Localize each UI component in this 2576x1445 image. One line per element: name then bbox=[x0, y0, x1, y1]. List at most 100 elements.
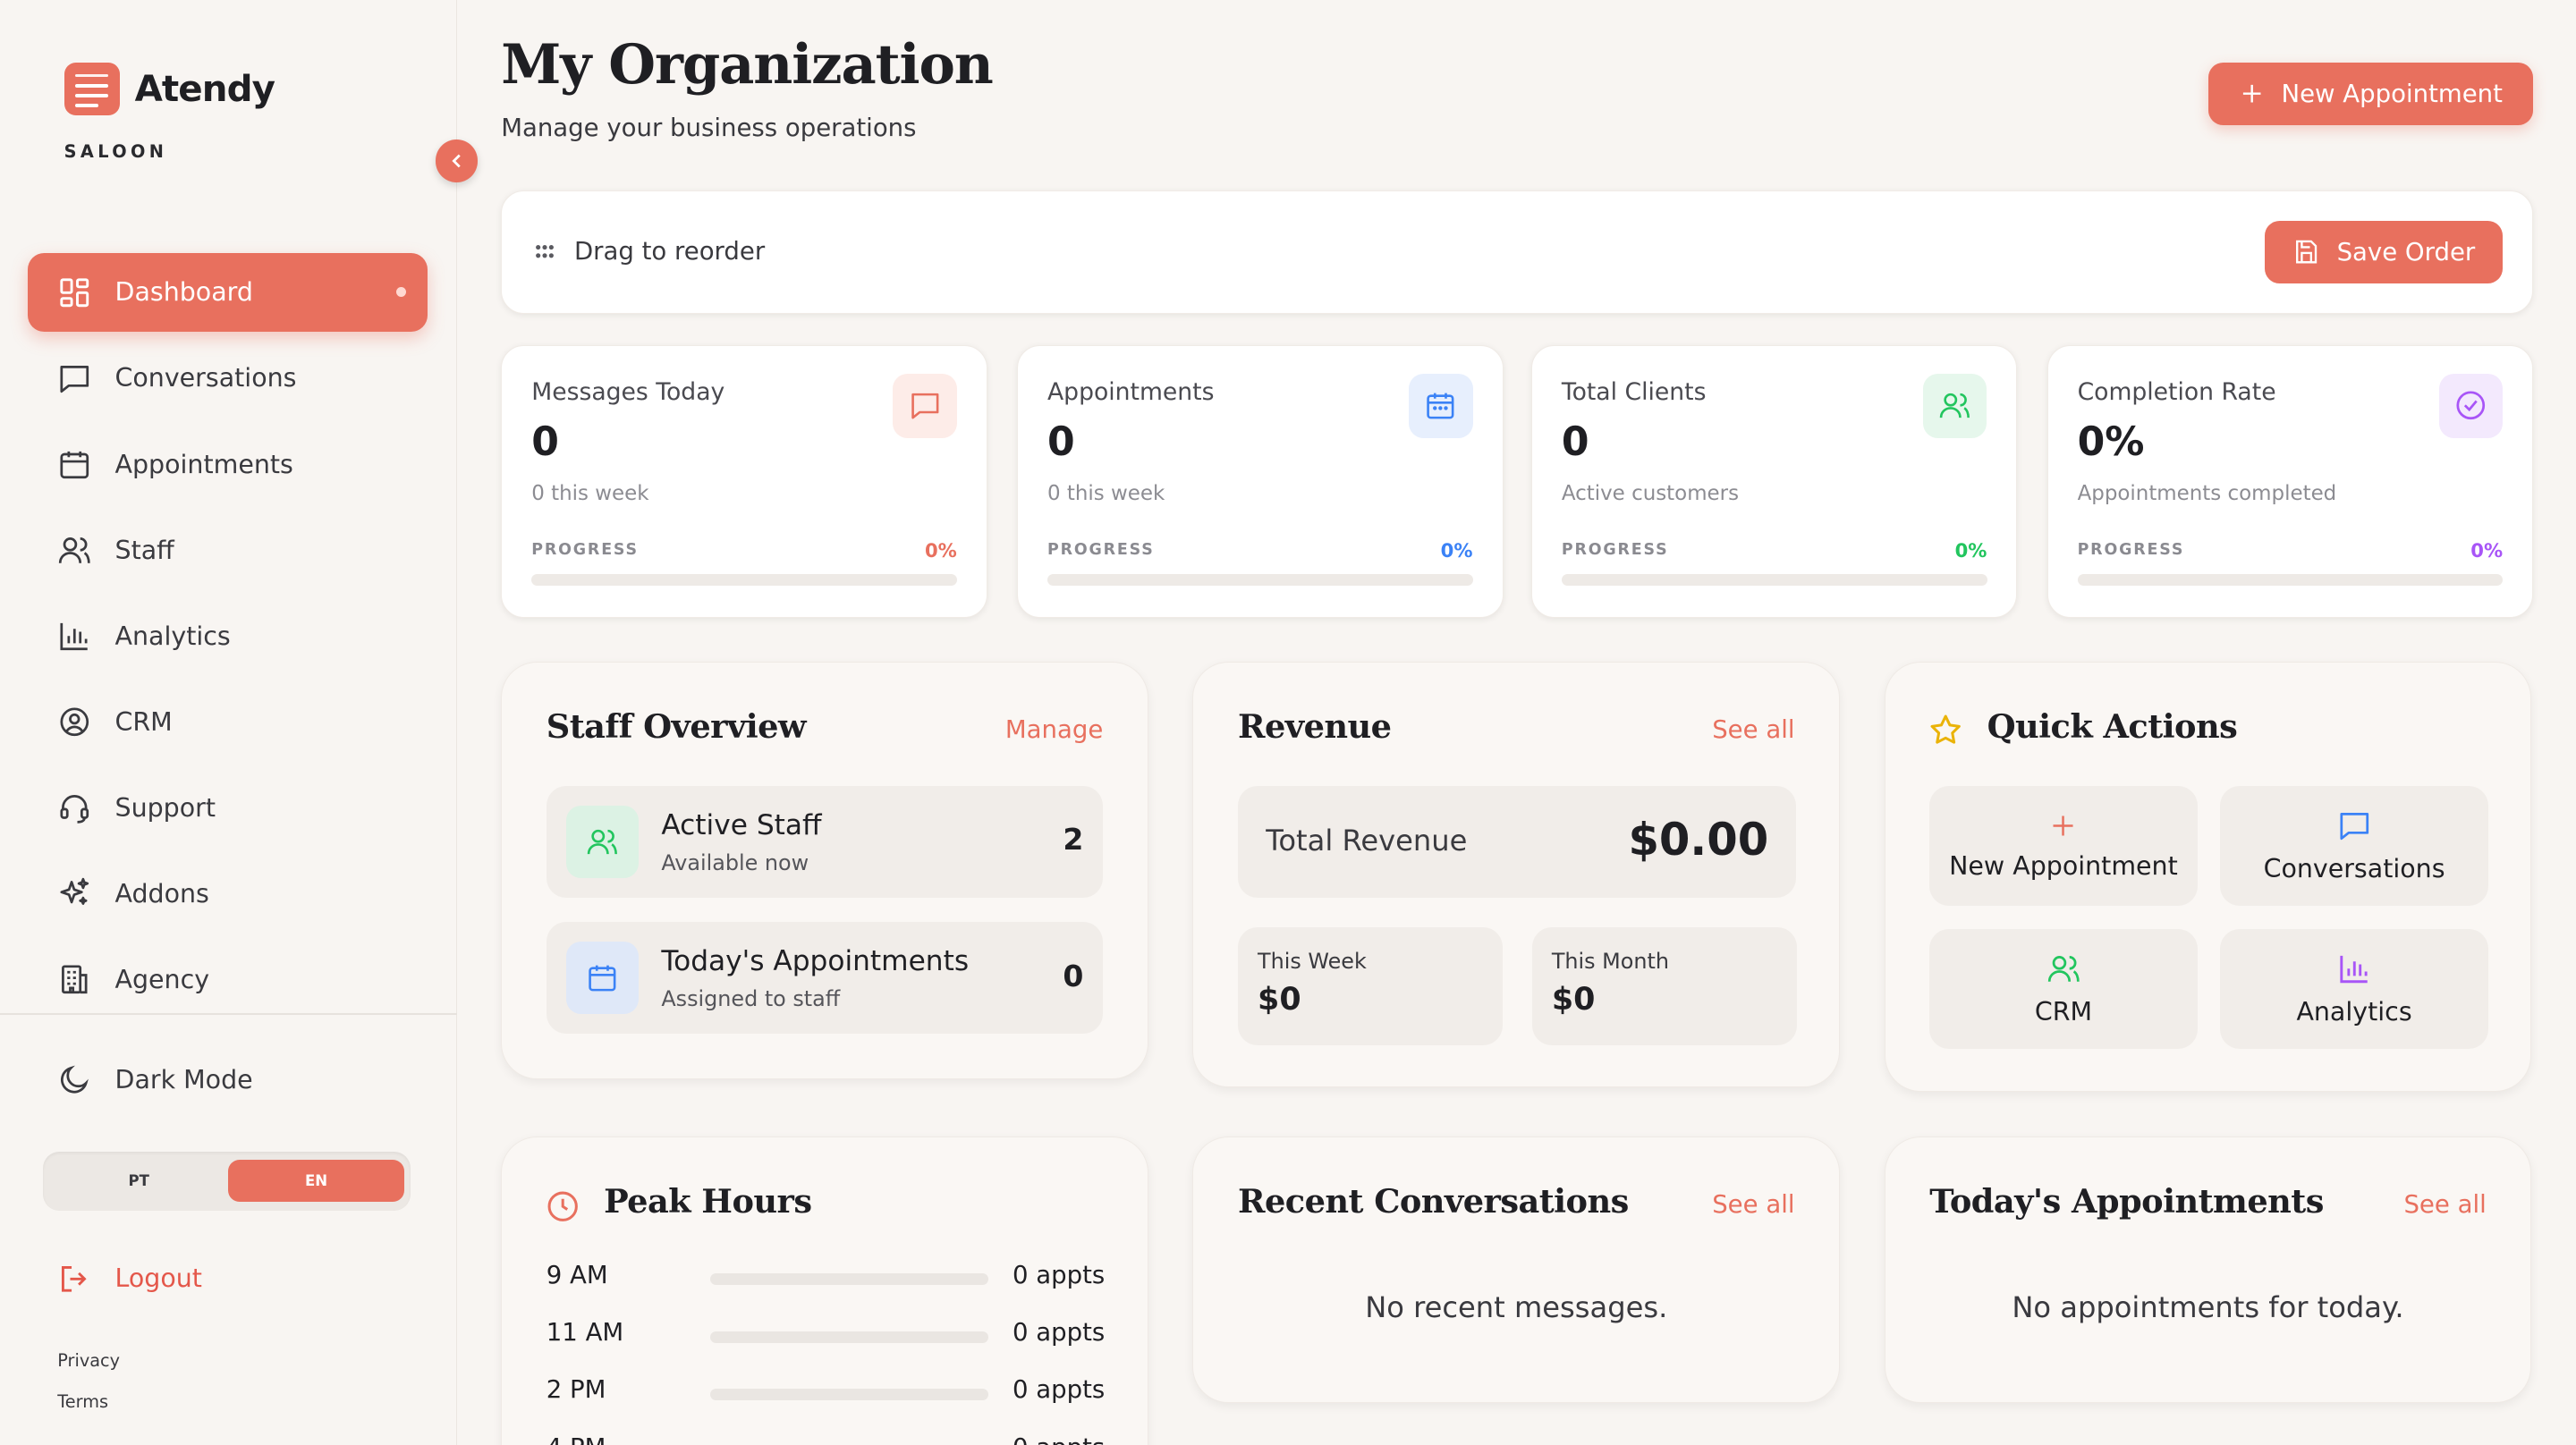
sidebar-item-support[interactable]: Support bbox=[28, 768, 427, 847]
language-switcher: PT EN bbox=[42, 1151, 411, 1211]
panel-title: Today's Appointments bbox=[1929, 1181, 2324, 1221]
drag-handle[interactable]: Drag to reorder bbox=[535, 237, 765, 266]
sidebar-item-crm[interactable]: CRM bbox=[28, 682, 427, 761]
progress-percent: 0% bbox=[1954, 539, 1987, 562]
sparkles-icon bbox=[60, 877, 89, 905]
sidebar-item-label: Agency bbox=[114, 964, 210, 994]
progress-label: PROGRESS bbox=[531, 541, 639, 560]
terms-link[interactable]: Terms bbox=[57, 1391, 108, 1412]
row-subtitle: Available now bbox=[661, 849, 809, 875]
stat-card-completion[interactable]: Completion Rate 0% Appointments complete… bbox=[2046, 344, 2534, 618]
active-staff-row[interactable]: Active Staff Available now 2 bbox=[546, 785, 1104, 898]
stat-value: 0 bbox=[1561, 419, 1589, 466]
users-icon bbox=[2047, 955, 2080, 982]
sidebar-divider bbox=[0, 1013, 457, 1016]
see-all-link[interactable]: See all bbox=[1712, 1190, 1794, 1219]
row-title: Active Staff bbox=[661, 808, 822, 841]
bar-chart-icon bbox=[2340, 955, 2368, 983]
language-option-en[interactable]: EN bbox=[228, 1159, 404, 1203]
panel-title: Recent Conversations bbox=[1238, 1181, 1629, 1221]
peak-hour-row: 4 PM 0 appts bbox=[547, 1433, 1105, 1445]
panel-title: Quick Actions bbox=[1987, 706, 2238, 746]
stat-label: Appointments bbox=[1046, 378, 1215, 407]
sidebar-item-agency[interactable]: Agency bbox=[28, 940, 427, 1018]
new-appointment-button[interactable]: New Appointment bbox=[2207, 62, 2534, 125]
sidebar-item-label: Analytics bbox=[114, 621, 231, 651]
sidebar-item-label: Conversations bbox=[114, 363, 297, 393]
privacy-link[interactable]: Privacy bbox=[57, 1350, 120, 1371]
peak-bar bbox=[710, 1331, 988, 1343]
users-icon bbox=[1922, 373, 1987, 438]
stat-note: Active customers bbox=[1561, 482, 1740, 506]
recent-conversations-panel: Recent Conversations See all No recent m… bbox=[1192, 1136, 1841, 1403]
panel-title: Revenue bbox=[1238, 706, 1392, 746]
stat-card-messages[interactable]: Messages Today 0 0 this week PROGRESS 0% bbox=[501, 344, 987, 618]
app-subtitle: SALOON bbox=[64, 140, 168, 162]
star-icon bbox=[1930, 714, 1962, 744]
quick-action-new-appointment[interactable]: New Appointment bbox=[1929, 785, 2198, 907]
progress-label: PROGRESS bbox=[1046, 541, 1155, 560]
grip-icon bbox=[536, 245, 554, 258]
peak-time: 11 AM bbox=[546, 1318, 624, 1348]
sidebar-item-addons[interactable]: Addons bbox=[28, 854, 427, 933]
message-icon bbox=[893, 373, 957, 438]
sidebar-item-label: Addons bbox=[114, 878, 209, 908]
total-revenue-box: Total Revenue $0.00 bbox=[1238, 785, 1797, 898]
active-indicator bbox=[395, 287, 406, 298]
quick-action-crm[interactable]: CRM bbox=[1929, 928, 2198, 1049]
revenue-panel: Revenue See all Total Revenue $0.00 This… bbox=[1192, 662, 1841, 1087]
collapse-sidebar-button[interactable] bbox=[435, 139, 479, 182]
total-revenue-label: Total Revenue bbox=[1266, 824, 1468, 858]
stat-label: Total Clients bbox=[1561, 378, 1707, 407]
language-option-pt[interactable]: PT bbox=[51, 1160, 227, 1203]
app-name: Atendy bbox=[134, 67, 275, 111]
quick-actions-panel: Quick Actions New Appointment Conversati… bbox=[1884, 662, 2532, 1093]
quick-action-conversations[interactable]: Conversations bbox=[2220, 785, 2488, 907]
sidebar-item-conversations[interactable]: Conversations bbox=[28, 339, 427, 418]
quick-action-label: New Appointment bbox=[1949, 851, 2178, 882]
this-week-value: $0 bbox=[1258, 981, 1301, 1018]
quick-action-analytics[interactable]: Analytics bbox=[2220, 928, 2488, 1049]
logo-icon bbox=[64, 62, 121, 115]
logout-button[interactable]: Logout bbox=[57, 1262, 202, 1297]
quick-action-label: Conversations bbox=[2263, 854, 2445, 884]
progress-bar bbox=[2077, 574, 2504, 586]
dark-mode-toggle[interactable]: Dark Mode bbox=[57, 1062, 253, 1097]
chevron-left-icon bbox=[451, 154, 461, 168]
progress-percent: 0% bbox=[2470, 539, 2504, 562]
stat-value: 0 bbox=[531, 419, 559, 466]
progress-bar bbox=[1046, 574, 1473, 586]
sidebar-item-analytics[interactable]: Analytics bbox=[28, 596, 427, 675]
app-logo[interactable]: Atendy bbox=[64, 62, 275, 115]
progress-label: PROGRESS bbox=[1561, 541, 1669, 560]
sidebar: Atendy SALOON Dashboard Conversations Ap… bbox=[0, 0, 457, 1445]
stat-value: 0 bbox=[1046, 419, 1075, 466]
stat-card-appointments[interactable]: Appointments 0 0 this week PROGRESS 0% bbox=[1016, 344, 1504, 618]
clock-icon bbox=[547, 1191, 578, 1221]
dashboard-icon bbox=[60, 278, 89, 307]
sidebar-item-staff[interactable]: Staff bbox=[28, 511, 427, 589]
dark-mode-label: Dark Mode bbox=[114, 1065, 253, 1095]
users-icon bbox=[565, 805, 639, 878]
sidebar-item-dashboard[interactable]: Dashboard bbox=[28, 252, 428, 332]
row-value: 0 bbox=[1063, 958, 1084, 993]
row-value: 2 bbox=[1063, 822, 1084, 858]
message-icon bbox=[2340, 812, 2368, 840]
see-all-link[interactable]: See all bbox=[1712, 715, 1794, 744]
stat-card-clients[interactable]: Total Clients 0 Active customers PROGRES… bbox=[1530, 344, 2018, 618]
peak-bar bbox=[710, 1273, 988, 1286]
quick-action-label: CRM bbox=[2034, 996, 2093, 1027]
progress-percent: 0% bbox=[1440, 539, 1473, 562]
manage-link[interactable]: Manage bbox=[1005, 715, 1103, 744]
todays-appointments-row[interactable]: Today's Appointments Assigned to staff 0 bbox=[546, 922, 1104, 1035]
row-title: Today's Appointments bbox=[661, 945, 970, 978]
see-all-link[interactable]: See all bbox=[2403, 1190, 2486, 1219]
logout-label: Logout bbox=[114, 1263, 202, 1294]
save-icon bbox=[2296, 241, 2318, 264]
sidebar-item-appointments[interactable]: Appointments bbox=[28, 425, 427, 503]
logout-icon bbox=[62, 1265, 87, 1292]
sidebar-item-label: CRM bbox=[114, 706, 173, 737]
empty-state: No appointments for today. bbox=[2012, 1289, 2404, 1324]
plus-icon bbox=[2242, 84, 2261, 103]
save-order-button[interactable]: Save Order bbox=[2264, 221, 2504, 283]
